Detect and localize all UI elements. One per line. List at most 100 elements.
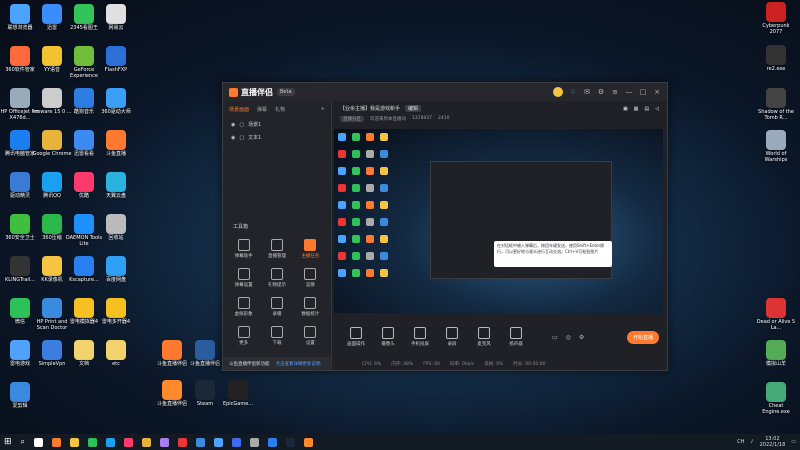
desktop-icon[interactable]: 百度网盘	[96, 256, 136, 283]
desktop-icon[interactable]: World of Warships	[756, 130, 796, 163]
taskbar-app-icon[interactable]	[286, 437, 296, 447]
taskbar-app-icon[interactable]	[34, 437, 44, 447]
taskbar-app-icon[interactable]	[160, 437, 170, 447]
taskbar-app-icon[interactable]	[268, 437, 278, 447]
scene-item[interactable]: ◉ ▢ 文本1	[223, 131, 331, 144]
tab-scene[interactable]: 场景画面	[229, 106, 249, 113]
maximize-icon[interactable]: □	[639, 88, 647, 96]
tool-item[interactable]: 录播	[260, 297, 293, 317]
desktop-icon[interactable]: Cheat Engine.exe	[756, 382, 796, 415]
record-icon[interactable]: ▤	[644, 106, 649, 112]
app-window: 直播伴侣 Beta ♢ ✉ ⚙ ≡ — □ × 场景画面 弹幕 礼物 + ◉ ▢…	[222, 82, 668, 371]
add-tab-icon[interactable]: +	[321, 106, 325, 113]
desktop-icon[interactable]: Dead or Alive 5 La...	[756, 298, 796, 331]
tab-gift[interactable]: 礼物	[275, 106, 285, 113]
desktop-icon[interactable]: FlashFXP	[96, 46, 136, 73]
share-icon[interactable]: ◁	[655, 106, 659, 112]
taskbar-app-icon[interactable]	[232, 437, 242, 447]
tool-icon	[237, 297, 250, 309]
tool-item[interactable]: 虚拟形象	[227, 297, 260, 317]
desktop-icon[interactable]: 斗鱼直播	[96, 130, 136, 157]
lock-icon[interactable]: ▢	[239, 122, 244, 128]
start-icon[interactable]: ⊞	[4, 437, 12, 447]
app-logo-icon	[229, 87, 238, 97]
bottom-tool[interactable]: 麦克风	[468, 327, 500, 347]
desktop-icon[interactable]: 模拟山羊	[756, 340, 796, 367]
preview-app-icon	[352, 201, 360, 209]
preview-app-icon	[366, 167, 374, 175]
gear-icon[interactable]: ⚙	[579, 334, 584, 341]
desktop-icon[interactable]: EpicGame...	[218, 380, 258, 407]
stream-preview[interactable]: 在对话框中输入弹幕后，按回车键发送，使用Shift+Enter换行，可以更好地与…	[334, 129, 663, 313]
clock[interactable]: 13:02 2022/1/18	[760, 436, 786, 448]
lock-icon[interactable]: ▦	[634, 106, 639, 112]
bottom-tool[interactable]: 手机投屏	[404, 327, 436, 347]
taskbar-app-icon[interactable]	[88, 437, 98, 447]
close-icon[interactable]: ×	[653, 88, 661, 96]
desktop-icon[interactable]: 雷电多开器4	[96, 298, 136, 325]
menu-icon[interactable]: ≡	[611, 88, 619, 96]
bottom-tool[interactable]: 扬声器	[500, 327, 532, 347]
taskbar-app-icon[interactable]	[106, 437, 116, 447]
minimize-icon[interactable]: —	[625, 88, 633, 96]
bottom-tool[interactable]: 画面操作	[340, 327, 372, 347]
volume-icon[interactable]: ♪	[750, 439, 753, 445]
desktop-icon-label: Cyberpunk 2077	[762, 23, 790, 35]
scene-item[interactable]: ◉ ▢ 场景1	[223, 118, 331, 131]
lock-icon[interactable]: ▢	[239, 135, 244, 141]
tool-item[interactable]: 主播任务	[294, 239, 327, 259]
taskbar-app-icon[interactable]	[196, 437, 206, 447]
desktop-icon[interactable]: etc	[96, 340, 136, 367]
app-icon	[42, 4, 62, 24]
taskbar-app-icon[interactable]	[142, 437, 152, 447]
desktop-icon[interactable]: 360驱动大师	[96, 88, 136, 115]
tool-item[interactable]: 弹幕设置	[227, 268, 260, 288]
start-live-button[interactable]: 开始直播	[626, 330, 659, 344]
desktop-icon[interactable]: Cyberpunk 2077	[756, 2, 796, 35]
avatar[interactable]	[553, 87, 563, 97]
tool-item[interactable]: 弹幕助手	[227, 239, 260, 259]
taskbar-app-icon[interactable]	[214, 437, 224, 447]
tool-label: 录屏	[447, 342, 457, 347]
desktop-icon[interactable]: 爱剪辑	[0, 382, 40, 409]
visibility-icon[interactable]: ◉	[231, 122, 235, 128]
preview-app-icon	[338, 218, 346, 226]
desktop-icon[interactable]: re2.exe	[756, 45, 796, 72]
tool-item[interactable]: 礼物提示	[260, 268, 293, 288]
desktop-icon-label: 斗鱼直播伴侣	[189, 361, 220, 367]
lang-indicator[interactable]: CH	[737, 439, 744, 445]
camera-icon[interactable]: ▭	[552, 334, 558, 341]
taskbar-app-icon[interactable]	[304, 437, 314, 447]
category-tag[interactable]: 直播分区	[340, 116, 364, 122]
desktop-icon[interactable]: 斗鱼直播伴侣	[185, 340, 225, 367]
skin-icon[interactable]: ♢	[569, 88, 577, 96]
edit-tag[interactable]: 编辑	[405, 105, 422, 112]
tool-item[interactable]: 设置	[294, 326, 327, 346]
tool-item[interactable]: 竞猜	[294, 268, 327, 288]
desktop-icon[interactable]: Shadow of the Tomb R...	[756, 88, 796, 121]
tool-item[interactable]: 数据统计	[294, 297, 327, 317]
tool-item[interactable]: 下载	[260, 326, 293, 346]
settings-icon[interactable]: ⚙	[597, 88, 605, 96]
desktop-icon[interactable]: 网易云	[96, 4, 136, 31]
taskbar-app-icon[interactable]	[178, 437, 188, 447]
gift-icon[interactable]: ▣	[623, 106, 628, 112]
notification-icon[interactable]: ▭	[791, 439, 796, 445]
taskbar-app-icon[interactable]	[70, 437, 80, 447]
desktop-icon[interactable]: 回收站	[96, 214, 136, 241]
search-icon[interactable]: ⌕	[21, 437, 25, 447]
message-icon[interactable]: ✉	[583, 88, 591, 96]
bottom-tool[interactable]: 录屏	[436, 327, 468, 347]
taskbar-app-icon[interactable]	[52, 437, 62, 447]
taskbar-app-icon[interactable]	[124, 437, 134, 447]
visibility-icon[interactable]: ◉	[231, 135, 235, 141]
bottom-tool[interactable]: 摄像头	[372, 327, 404, 347]
info-icon[interactable]: ◎	[566, 334, 571, 341]
preview-app-icon	[352, 235, 360, 243]
taskbar-app-icon[interactable]	[250, 437, 260, 447]
tool-item[interactable]: 更多	[227, 326, 260, 346]
tab-danmaku[interactable]: 弹幕	[257, 106, 267, 113]
tool-item[interactable]: 直播管理	[260, 239, 293, 259]
desktop-icon[interactable]: 天翼云盘	[96, 172, 136, 199]
notice-link[interactable]: 点击查看详细更新说明	[276, 361, 321, 367]
